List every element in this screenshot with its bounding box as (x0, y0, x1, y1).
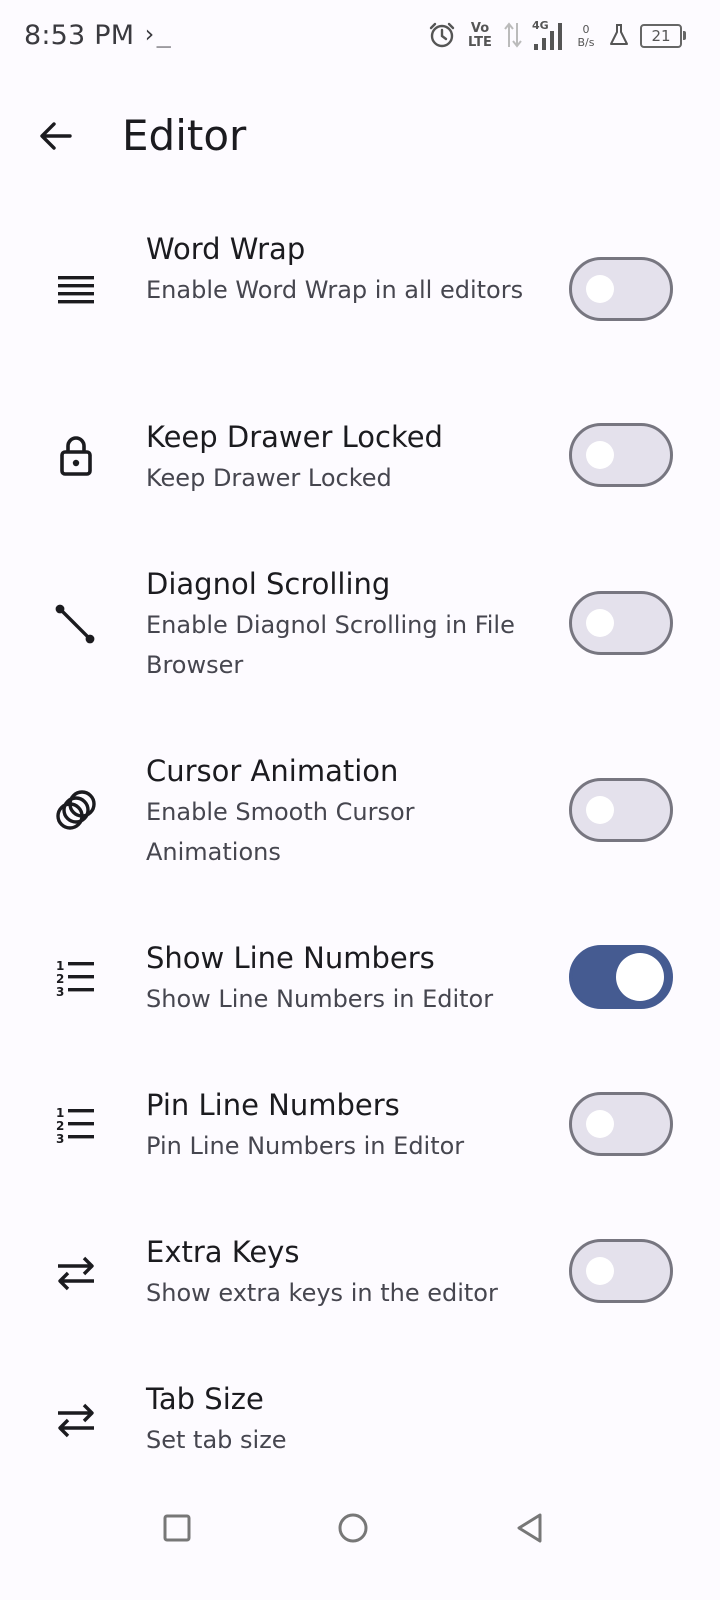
triangle-back-icon (517, 1513, 542, 1543)
arrow-back-icon (40, 122, 72, 150)
svg-text:1: 1 (56, 1106, 64, 1120)
switch-thumb (586, 1110, 614, 1138)
svg-text:3: 3 (56, 1132, 64, 1146)
setting-description: Keep Drawer Locked (146, 464, 392, 492)
signal-strength-icon: 4G (532, 20, 564, 52)
setting-description: Set tab size (146, 1426, 287, 1454)
switch-thumb (586, 441, 614, 469)
svg-text:2: 2 (56, 972, 64, 986)
keep-drawer-locked-switch[interactable] (569, 423, 673, 487)
word-wrap-switch[interactable] (569, 257, 673, 321)
setting-text: Pin Line Numbers Pin Line Numbers in Edi… (146, 1086, 546, 1166)
switch-thumb (586, 1257, 614, 1285)
setting-text: Show Line Numbers Show Line Numbers in E… (146, 939, 546, 1019)
setting-description: Show Line Numbers in Editor (146, 985, 494, 1013)
numbered-list-icon: 1 2 3 (52, 1102, 100, 1150)
setting-extra-keys[interactable]: Extra Keys Show extra keys in the editor (0, 1233, 720, 1333)
setting-text: Cursor Animation Enable Smooth Cursor An… (146, 752, 546, 872)
setting-show-line-numbers[interactable]: 1 2 3 Show Line Numbers Show Line Number… (0, 939, 720, 1039)
setting-text: Keep Drawer Locked Keep Drawer Locked (146, 418, 546, 498)
setting-word-wrap[interactable]: Word Wrap Enable Word Wrap in all editor… (0, 230, 720, 370)
home-button[interactable] (323, 1498, 383, 1558)
square-icon (163, 1514, 191, 1542)
setting-title: Extra Keys (146, 1235, 300, 1269)
setting-text: Extra Keys Show extra keys in the editor (146, 1233, 546, 1313)
setting-title: Word Wrap (146, 232, 306, 266)
swap-arrows-icon (52, 1249, 100, 1297)
status-icons: Vo LTE 4G 0 B/s 21 (428, 20, 686, 52)
setting-title: Pin Line Numbers (146, 1088, 400, 1122)
recents-button[interactable] (147, 1498, 207, 1558)
back-button[interactable] (30, 110, 82, 162)
setting-description: Pin Line Numbers in Editor (146, 1132, 465, 1160)
status-time: 8:53 PM (24, 20, 135, 51)
system-nav-bar (0, 1480, 720, 1600)
svg-text:3: 3 (56, 985, 64, 999)
lock-icon (52, 432, 100, 480)
flask-icon (608, 23, 630, 50)
svg-text:2: 2 (56, 1119, 64, 1133)
data-activity-icon (504, 21, 522, 52)
setting-description: Enable Word Wrap in all editors (146, 276, 524, 304)
volte-icon: Vo LTE (466, 22, 494, 50)
network-speed-value: 0 (582, 23, 590, 36)
setting-cursor-animation[interactable]: Cursor Animation Enable Smooth Cursor An… (0, 752, 720, 892)
pin-line-numbers-switch[interactable] (569, 1092, 673, 1156)
diagnol-scrolling-switch[interactable] (569, 591, 673, 655)
setting-tab-size[interactable]: Tab Size Set tab size (0, 1380, 720, 1480)
extra-keys-switch[interactable] (569, 1239, 673, 1303)
cursor-animation-switch[interactable] (569, 778, 673, 842)
swap-arrows-icon (52, 1396, 100, 1444)
setting-title: Keep Drawer Locked (146, 420, 443, 454)
switch-thumb (586, 609, 614, 637)
setting-description: Enable Diagnol Scrolling in File Browser (146, 611, 515, 679)
show-line-numbers-switch[interactable] (569, 945, 673, 1009)
animation-icon (52, 786, 100, 834)
alarm-icon (428, 21, 456, 52)
setting-text: Tab Size Set tab size (146, 1380, 546, 1460)
svg-text:1: 1 (56, 959, 64, 973)
battery-icon: 21 (640, 24, 686, 48)
nav-back-button[interactable] (500, 1498, 560, 1558)
setting-description: Show extra keys in the editor (146, 1279, 498, 1307)
circle-icon (338, 1513, 368, 1543)
terminal-notification-icon: ›_ (142, 20, 171, 48)
numbered-list-icon: 1 2 3 (52, 955, 100, 1003)
app-bar: Editor (0, 90, 720, 182)
status-bar: 8:53 PM ›_ Vo LTE 4G 0 B/s 21 (0, 0, 720, 76)
volte-top-label: Vo (470, 21, 490, 36)
setting-diagnol-scrolling[interactable]: Diagnol Scrolling Enable Diagnol Scrolli… (0, 565, 720, 705)
setting-text: Diagnol Scrolling Enable Diagnol Scrolli… (146, 565, 546, 685)
switch-thumb (586, 796, 614, 824)
switch-thumb (616, 953, 664, 1001)
switch-thumb (586, 275, 614, 303)
setting-title: Cursor Animation (146, 754, 399, 788)
wrap-lines-icon (52, 266, 100, 314)
page-title: Editor (122, 111, 247, 160)
volte-bottom-label: LTE (468, 35, 492, 50)
setting-description: Enable Smooth Cursor Animations (146, 798, 415, 866)
diagonal-line-icon (52, 601, 100, 649)
setting-pin-line-numbers[interactable]: 1 2 3 Pin Line Numbers Pin Line Numbers … (0, 1086, 720, 1186)
setting-title: Show Line Numbers (146, 941, 435, 975)
network-speed: 0 B/s (574, 23, 598, 49)
setting-text: Word Wrap Enable Word Wrap in all editor… (146, 230, 546, 310)
setting-keep-drawer-locked[interactable]: Keep Drawer Locked Keep Drawer Locked (0, 418, 720, 518)
setting-title: Tab Size (146, 1382, 264, 1416)
setting-title: Diagnol Scrolling (146, 567, 391, 601)
network-speed-unit: B/s (577, 36, 595, 49)
